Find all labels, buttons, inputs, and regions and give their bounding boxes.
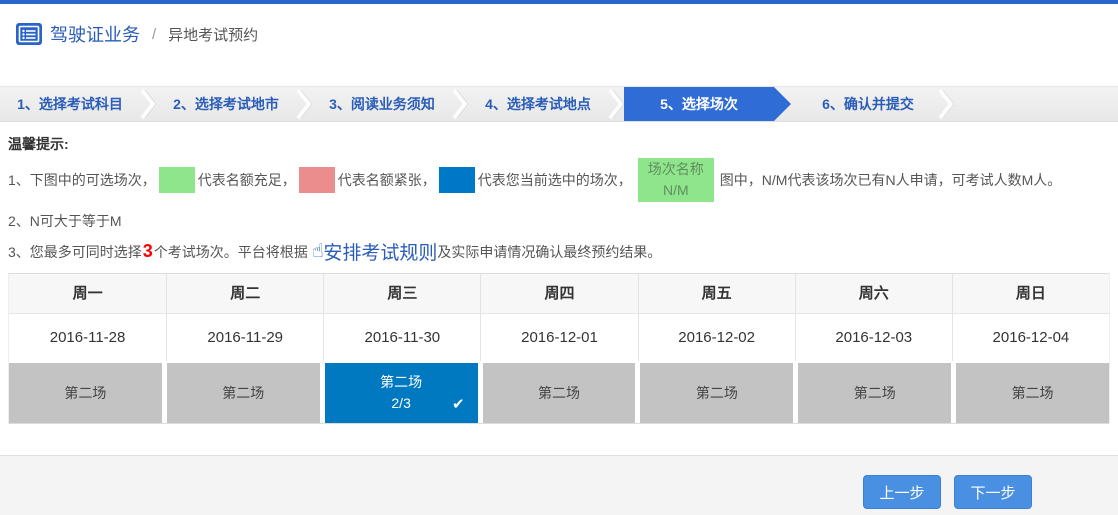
weekday-header: 周四 bbox=[480, 274, 637, 313]
step-tab-6[interactable]: 6、确认并提交 bbox=[798, 87, 938, 121]
chevron-separator-icon bbox=[938, 87, 954, 121]
tip3-part1: 3、您最多可同时选择 bbox=[8, 242, 142, 262]
badge-quota: N/M bbox=[663, 182, 689, 198]
weekday-header: 周二 bbox=[166, 274, 323, 313]
date-cell: 2016-11-30 bbox=[323, 314, 480, 361]
page-title: 异地考试预约 bbox=[168, 24, 258, 45]
chevron-separator-icon bbox=[296, 87, 312, 121]
chevron-separator-icon bbox=[140, 87, 156, 121]
chevron-separator-icon bbox=[452, 87, 468, 121]
date-cell: 2016-11-28 bbox=[9, 314, 166, 361]
green-available-swatch bbox=[159, 167, 195, 193]
tip1-blue-label: 代表您当前选中的场次， bbox=[478, 170, 632, 190]
step-tabs: 1、选择考试科目 2、选择考试地市 3、阅读业务须知 4、选择考试地点 5、选择… bbox=[0, 86, 1118, 122]
session-example-badge: 场次名称 N/M bbox=[638, 158, 714, 202]
next-step-button[interactable]: 下一步 bbox=[954, 475, 1032, 509]
session-cell-sun[interactable]: 第二场 bbox=[956, 363, 1109, 423]
step-tab-4[interactable]: 4、选择考试地点 bbox=[468, 87, 608, 121]
session-row: 第二场 第二场 第二场 2/3 ✔ 第二场 第二场 第二场 第二场 bbox=[9, 361, 1109, 424]
breadcrumb-section[interactable]: 驾驶证业务 bbox=[50, 21, 140, 47]
tip1-suffix: 图中，N/M代表该场次已有N人申请，可考试人数M人。 bbox=[720, 170, 1061, 190]
tip-line-3: 3、您最多可同时选择 3 个考试场次。平台将根据 ☝ 安排考试规则 及实际申请情… bbox=[8, 238, 1108, 265]
previous-step-button[interactable]: 上一步 bbox=[863, 475, 941, 509]
session-cell-sat[interactable]: 第二场 bbox=[798, 363, 951, 423]
weekday-header-row: 周一 周二 周三 周四 周五 周六 周日 bbox=[9, 274, 1109, 314]
weekday-header: 周一 bbox=[9, 274, 166, 313]
blue-selected-swatch bbox=[439, 167, 475, 193]
date-cell: 2016-12-02 bbox=[638, 314, 795, 361]
tips-title: 温馨提示: bbox=[8, 134, 1108, 154]
tip1-green-label: 代表名额充足， bbox=[198, 170, 296, 190]
weekday-header: 周五 bbox=[638, 274, 795, 313]
step-tab-3[interactable]: 3、阅读业务须知 bbox=[312, 87, 452, 121]
tip-line-1: 1、下图中的可选场次， 代表名额充足， 代表名额紧张， 代表您当前选中的场次， … bbox=[8, 158, 1108, 202]
session-schedule-table: 周一 周二 周三 周四 周五 周六 周日 2016-11-28 2016-11-… bbox=[8, 273, 1110, 424]
check-icon: ✔ bbox=[452, 395, 465, 413]
tip3-part2: 个考试场次。平台将根据 bbox=[154, 242, 308, 262]
red-tense-swatch bbox=[299, 167, 335, 193]
session-name: 第二场 bbox=[325, 372, 478, 392]
max-session-count: 3 bbox=[142, 241, 154, 262]
footer-bar: 上一步 下一步 bbox=[0, 455, 1118, 515]
tip3-part3: 及实际申请情况确认最终预约结果。 bbox=[437, 242, 661, 262]
step-tab-5-active[interactable]: 5、选择场次 bbox=[624, 87, 774, 121]
session-cell-wed-selected[interactable]: 第二场 2/3 ✔ bbox=[325, 363, 478, 423]
breadcrumb-separator: / bbox=[152, 26, 156, 43]
breadcrumb: 驾驶证业务 / 异地考试预约 bbox=[0, 4, 1118, 60]
date-row: 2016-11-28 2016-11-29 2016-11-30 2016-12… bbox=[9, 314, 1109, 361]
weekday-header: 周六 bbox=[795, 274, 952, 313]
weekday-header: 周三 bbox=[323, 274, 480, 313]
session-cell-thu[interactable]: 第二场 bbox=[483, 363, 636, 423]
step-tab-1[interactable]: 1、选择考试科目 bbox=[0, 87, 140, 121]
step-tabs-filler bbox=[954, 87, 1118, 121]
session-cell-mon[interactable]: 第二场 bbox=[9, 363, 162, 423]
session-cell-tue[interactable]: 第二场 bbox=[167, 363, 320, 423]
tip-line-2: 2、N可大于等于M bbox=[8, 211, 1108, 231]
weekday-header: 周日 bbox=[952, 274, 1109, 313]
date-cell: 2016-12-01 bbox=[480, 314, 637, 361]
tip1-red-label: 代表名额紧张， bbox=[338, 170, 436, 190]
date-cell: 2016-12-03 bbox=[795, 314, 952, 361]
date-cell: 2016-11-29 bbox=[166, 314, 323, 361]
pointing-hand-icon: ☝ bbox=[312, 240, 324, 263]
exam-rules-link[interactable]: 安排考试规则 bbox=[323, 238, 437, 265]
tip1-prefix: 1、下图中的可选场次， bbox=[8, 170, 156, 190]
tips-section: 温馨提示: 1、下图中的可选场次， 代表名额充足， 代表名额紧张， 代表您当前选… bbox=[0, 122, 1118, 265]
date-cell: 2016-12-04 bbox=[952, 314, 1109, 361]
badge-session-name: 场次名称 bbox=[648, 161, 704, 177]
chevron-separator-icon bbox=[608, 87, 624, 121]
list-icon bbox=[16, 23, 42, 45]
step-tab-2[interactable]: 2、选择考试地市 bbox=[156, 87, 296, 121]
session-cell-fri[interactable]: 第二场 bbox=[640, 363, 793, 423]
